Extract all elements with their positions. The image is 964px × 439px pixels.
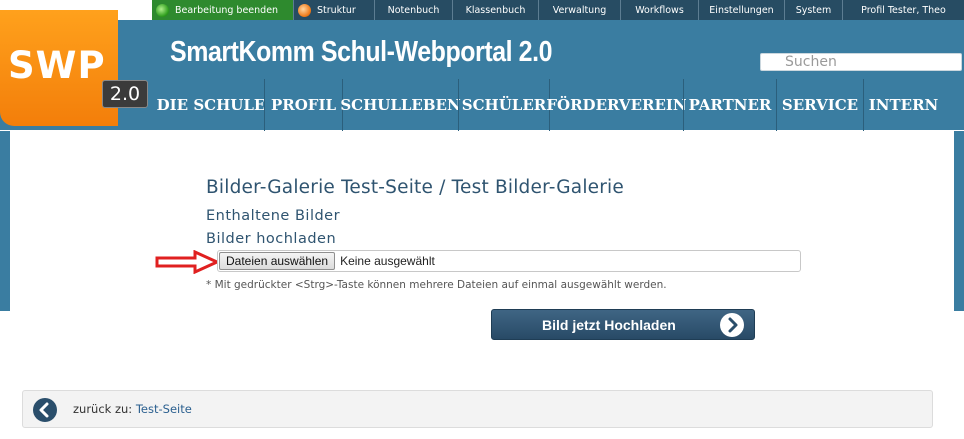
admin-item-label: Profil Tester, Theo xyxy=(861,4,946,16)
content-frame-left xyxy=(0,131,10,311)
nav-item-foerderverein[interactable]: FÖRDERVEREIN xyxy=(546,79,687,131)
admin-item-label: Einstellungen xyxy=(709,4,774,16)
upload-now-button[interactable]: Bild jetzt Hochladen xyxy=(491,309,755,340)
upload-button-label: Bild jetzt Hochladen xyxy=(542,317,676,333)
nav-item-partner[interactable]: PARTNER xyxy=(683,79,776,131)
nav-item-profil[interactable]: PROFIL xyxy=(264,79,342,131)
red-arrow-annotation-icon xyxy=(155,250,219,274)
multi-select-hint: * Mit gedrückter <Strg>-Taste können meh… xyxy=(206,279,667,291)
finish-editing-label: Bearbeitung beenden xyxy=(175,4,279,16)
orange-dot-icon xyxy=(298,3,311,17)
main-navigation: DIE SCHULE PROFIL SCHULLEBEN SCHÜLER FÖR… xyxy=(156,79,943,131)
page: Bearbeitung beenden Struktur Notenbuch K… xyxy=(0,0,964,439)
nav-item-label: SCHULLEBEN xyxy=(340,96,461,114)
admin-item-label: Klassenbuch xyxy=(465,4,526,16)
admin-item-profile[interactable]: Profil Tester, Theo xyxy=(842,0,964,20)
nav-item-intern[interactable]: INTERN xyxy=(863,79,943,131)
structure-label: Struktur xyxy=(317,4,356,16)
structure-button[interactable]: Struktur xyxy=(293,0,374,20)
admin-item-label: System xyxy=(795,4,832,16)
page-title: Bilder-Galerie Test-Seite / Test Bilder-… xyxy=(206,177,624,198)
admin-item-verwaltung[interactable]: Verwaltung xyxy=(538,0,620,20)
finish-editing-button[interactable]: Bearbeitung beenden xyxy=(152,0,293,20)
file-input[interactable]: Dateien auswählen Keine ausgewählt xyxy=(217,250,801,272)
nav-item-label: PROFIL xyxy=(270,96,337,114)
admin-item-system[interactable]: System xyxy=(784,0,842,20)
site-logo[interactable]: SWP xyxy=(0,10,118,126)
choose-files-button[interactable]: Dateien auswählen xyxy=(219,252,336,270)
nav-item-label: DIE SCHULE xyxy=(156,96,266,114)
upload-images-link[interactable]: Bilder hochladen xyxy=(206,231,336,247)
admin-item-label: Notenbuch xyxy=(387,4,440,16)
file-status-text: Keine ausgewählt xyxy=(340,254,435,268)
nav-item-die-schule[interactable]: DIE SCHULE xyxy=(156,79,266,131)
search-input[interactable]: Suchen xyxy=(760,53,962,71)
admin-item-einstellungen[interactable]: Einstellungen xyxy=(698,0,784,20)
admin-toolbar: Bearbeitung beenden Struktur Notenbuch K… xyxy=(152,0,964,20)
contained-images-link[interactable]: Enthaltene Bilder xyxy=(206,208,340,224)
nav-item-label: SERVICE xyxy=(781,96,859,114)
nav-item-label: INTERN xyxy=(868,96,939,114)
nav-item-schueler[interactable]: SCHÜLER xyxy=(458,79,549,131)
back-text: zurück zu: Test-Seite xyxy=(73,402,192,416)
nav-item-label: SCHÜLER xyxy=(461,96,547,114)
admin-item-klassenbuch[interactable]: Klassenbuch xyxy=(452,0,538,20)
content-frame-right xyxy=(954,131,964,311)
admin-item-workflows[interactable]: Workflows xyxy=(620,0,698,20)
logo-version-badge: 2.0 xyxy=(102,80,148,108)
back-bar: zurück zu: Test-Seite xyxy=(22,390,933,428)
back-prefix: zurück zu: xyxy=(73,402,133,416)
admin-item-label: Verwaltung xyxy=(552,4,607,16)
chevron-left-icon[interactable] xyxy=(33,398,57,422)
green-dot-icon xyxy=(156,3,169,17)
site-title: SmartKomm Schul-Webportal 2.0 xyxy=(170,36,553,68)
logo-text: SWP xyxy=(8,44,106,87)
admin-item-notenbuch[interactable]: Notenbuch xyxy=(374,0,452,20)
back-link[interactable]: Test-Seite xyxy=(136,402,192,416)
admin-item-label: Workflows xyxy=(635,4,684,16)
nav-item-label: FÖRDERVEREIN xyxy=(546,96,687,114)
chevron-right-icon xyxy=(720,313,744,337)
nav-item-label: PARTNER xyxy=(688,96,772,114)
nav-item-schulleben[interactable]: SCHULLEBEN xyxy=(340,79,461,131)
nav-item-service[interactable]: SERVICE xyxy=(776,79,863,131)
